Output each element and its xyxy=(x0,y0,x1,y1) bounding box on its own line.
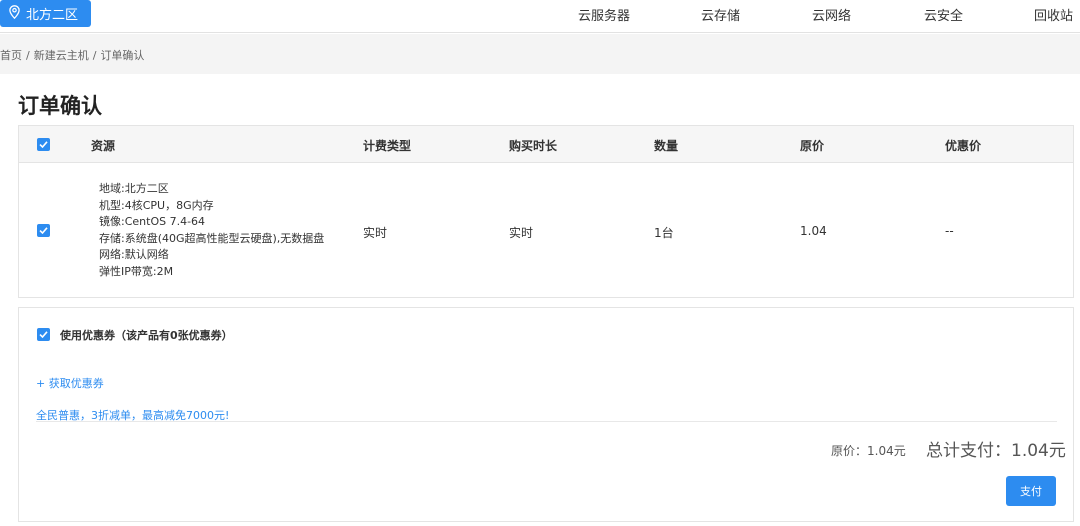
cell-quantity: 1台 xyxy=(654,226,674,240)
pay-button[interactable]: 支付 xyxy=(1006,476,1056,506)
column-header-discount-price: 优惠价 xyxy=(945,139,982,153)
order-table: 资源 计费类型 购买时长 数量 原价 优惠价 地域:北方二区 机型:4核CPU，… xyxy=(18,125,1074,298)
page-title: 订单确认 xyxy=(18,94,102,118)
summary-original-price: 原价：1.04元 xyxy=(831,444,906,458)
cell-duration: 实时 xyxy=(509,226,534,240)
resource-instance-type: 机型:4核CPU，8G内存 xyxy=(99,198,214,212)
location-pin-icon xyxy=(9,4,26,23)
check-icon xyxy=(39,227,48,235)
breadcrumb-bar: 首页 / 新建云主机 / 订单确认 xyxy=(0,34,1080,74)
nav-cloud-server[interactable]: 云服务器 xyxy=(578,5,630,24)
resource-network: 网络:默认网络 xyxy=(99,248,169,261)
top-header: 北方二区 云服务器 云存储 云网络 云安全 回收站 xyxy=(0,0,1080,33)
breadcrumb-current: 订单确认 xyxy=(100,49,145,62)
column-header-quantity: 数量 xyxy=(654,139,679,153)
breadcrumb-home[interactable]: 首页 xyxy=(0,49,22,62)
resource-image: 镜像:CentOS 7.4-64 xyxy=(99,215,206,228)
column-header-original-price: 原价 xyxy=(800,139,825,153)
cell-billing-type: 实时 xyxy=(363,226,388,240)
row-checkbox[interactable] xyxy=(37,224,50,237)
breadcrumb-new-vm[interactable]: 新建云主机 xyxy=(34,49,89,62)
divider xyxy=(36,421,1057,422)
use-coupon-checkbox[interactable] xyxy=(37,328,50,341)
use-coupon-label: 使用优惠券（该产品有0张优惠券） xyxy=(60,329,233,342)
nav-cloud-network[interactable]: 云网络 xyxy=(812,5,851,24)
cell-discount-price: -- xyxy=(945,224,954,238)
resource-region: 地域:北方二区 xyxy=(99,182,169,195)
select-all-checkbox[interactable] xyxy=(37,138,50,151)
summary-total-pay: 总计支付：1.04元 xyxy=(926,441,1066,461)
nav-cloud-security[interactable]: 云安全 xyxy=(924,5,963,24)
column-header-duration: 购买时长 xyxy=(509,139,558,153)
cell-original-price: 1.04 xyxy=(800,224,827,238)
column-header-billing-type: 计费类型 xyxy=(363,139,412,153)
resource-storage: 存储:系统盘(40G超高性能型云硬盘),无数据盘 xyxy=(99,231,325,245)
breadcrumb-separator: / xyxy=(26,49,30,62)
region-selector-button[interactable]: 北方二区 xyxy=(0,0,91,27)
resource-eip-bandwidth: 弹性IP带宽:2M xyxy=(99,264,174,278)
breadcrumb-separator: / xyxy=(92,49,97,62)
resource-details: 地域:北方二区 机型:4核CPU，8G内存 镜像:CentOS 7.4-64 存… xyxy=(99,181,324,280)
nav-cloud-storage[interactable]: 云存储 xyxy=(701,5,740,24)
region-label: 北方二区 xyxy=(26,8,79,23)
get-coupon-link[interactable]: + 获取优惠券 xyxy=(36,375,104,391)
check-icon xyxy=(39,331,48,339)
table-header: 资源 计费类型 购买时长 数量 原价 优惠价 xyxy=(19,126,1073,163)
coupon-section: 使用优惠券（该产品有0张优惠券） + 获取优惠券 全民普惠，3折减单，最高减免7… xyxy=(18,307,1074,522)
breadcrumb: 首页 / 新建云主机 / 订单确认 xyxy=(0,47,144,63)
check-icon xyxy=(39,141,48,149)
nav-recycle-bin[interactable]: 回收站 xyxy=(1034,5,1073,24)
column-header-resource: 资源 xyxy=(91,139,116,153)
